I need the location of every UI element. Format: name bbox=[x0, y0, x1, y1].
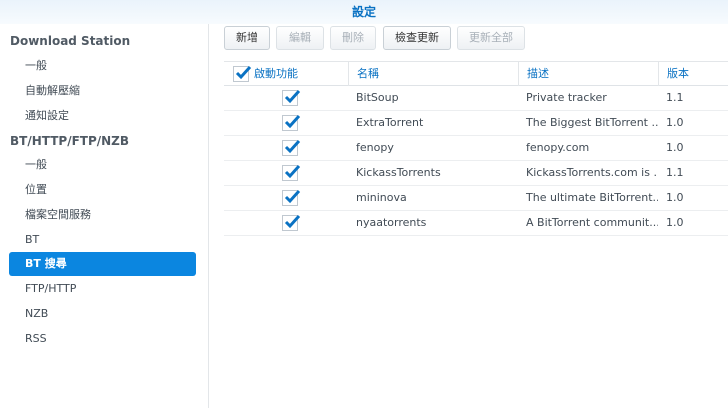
enabled-cell bbox=[224, 86, 348, 110]
enabled-cell bbox=[224, 136, 348, 160]
enabled-checkbox[interactable] bbox=[282, 214, 301, 231]
name-cell: KickassTorrents bbox=[356, 166, 441, 179]
version-cell: 1.1 bbox=[666, 166, 684, 179]
table-row[interactable]: ExtraTorrent The Biggest BitTorrent ... … bbox=[224, 111, 728, 136]
sidebar: Download Station 一般 自動解壓縮 通知設定 BT/HTTP/F… bbox=[0, 24, 209, 408]
header-enabled-label: 啟動功能 bbox=[254, 67, 298, 80]
description-cell: Private tracker bbox=[526, 91, 607, 104]
edit-button[interactable]: 編輯 bbox=[276, 26, 324, 50]
sidebar-item-bt-search[interactable]: BT 搜尋 bbox=[9, 252, 196, 276]
check-update-button[interactable]: 檢查更新 bbox=[383, 26, 451, 50]
add-button[interactable]: 新增 bbox=[224, 26, 270, 50]
sidebar-item-location[interactable]: 位置 bbox=[9, 178, 196, 202]
header-version[interactable]: 版本 bbox=[658, 62, 728, 86]
delete-button[interactable]: 刪除 bbox=[330, 26, 376, 50]
description-cell: A BitTorrent communit... bbox=[526, 216, 658, 229]
header-name[interactable]: 名稱 bbox=[348, 62, 518, 86]
enabled-checkbox[interactable] bbox=[282, 89, 301, 106]
sidebar-item-nzb[interactable]: NZB bbox=[9, 302, 196, 326]
table-row[interactable]: nyaatorrents A BitTorrent communit... 1.… bbox=[224, 211, 728, 236]
sidebar-item-auto-extract[interactable]: 自動解壓縮 bbox=[9, 79, 196, 103]
sidebar-heading-bt-http: BT/HTTP/FTP/NZB bbox=[10, 134, 130, 148]
search-engine-table: 啟動功能 名稱 描述 版本 BitSoup Private tracker 1.… bbox=[224, 61, 728, 236]
name-cell: ExtraTorrent bbox=[356, 116, 424, 129]
table-row[interactable]: KickassTorrents KickassTorrents.com is .… bbox=[224, 161, 728, 186]
header-enabled[interactable]: 啟動功能 bbox=[224, 62, 348, 86]
enabled-cell bbox=[224, 186, 348, 210]
name-cell: BitSoup bbox=[356, 91, 399, 104]
enabled-checkbox[interactable] bbox=[282, 114, 301, 131]
version-cell: 1.0 bbox=[666, 116, 684, 129]
sidebar-item-rss[interactable]: RSS bbox=[9, 327, 196, 351]
checkmark-icon bbox=[284, 214, 301, 229]
version-cell: 1.0 bbox=[666, 141, 684, 154]
checkmark-icon bbox=[284, 139, 301, 154]
sidebar-item-notification[interactable]: 通知設定 bbox=[9, 104, 196, 128]
sidebar-item-ftp-http[interactable]: FTP/HTTP bbox=[9, 277, 196, 301]
select-all-checkbox[interactable] bbox=[233, 65, 252, 82]
enabled-checkbox[interactable] bbox=[282, 189, 301, 206]
enabled-checkbox[interactable] bbox=[282, 139, 301, 156]
table-row[interactable]: BitSoup Private tracker 1.1 bbox=[224, 86, 728, 111]
name-cell: mininova bbox=[356, 191, 407, 204]
version-cell: 1.0 bbox=[666, 216, 684, 229]
enabled-cell bbox=[224, 161, 348, 185]
name-cell: nyaatorrents bbox=[356, 216, 427, 229]
enabled-cell bbox=[224, 111, 348, 135]
table-header: 啟動功能 名稱 描述 版本 bbox=[224, 61, 728, 86]
table-row[interactable]: mininova The ultimate BitTorrent... 1.0 bbox=[224, 186, 728, 211]
header-description[interactable]: 描述 bbox=[518, 62, 658, 86]
checkmark-icon bbox=[284, 164, 301, 179]
enabled-cell bbox=[224, 211, 348, 235]
sidebar-item-general[interactable]: 一般 bbox=[9, 54, 196, 78]
checkmark-icon bbox=[284, 89, 301, 104]
table-row[interactable]: fenopy fenopy.com 1.0 bbox=[224, 136, 728, 161]
description-cell: fenopy.com bbox=[526, 141, 590, 154]
sidebar-item-bt[interactable]: BT bbox=[9, 228, 196, 252]
window-title: 設定 bbox=[0, 0, 728, 24]
description-cell: The ultimate BitTorrent... bbox=[526, 191, 658, 204]
checkmark-icon bbox=[284, 189, 301, 204]
name-cell: fenopy bbox=[356, 141, 394, 154]
checkmark-icon bbox=[235, 65, 252, 80]
sidebar-heading-download-station: Download Station bbox=[10, 34, 131, 48]
checkmark-icon bbox=[284, 114, 301, 129]
version-cell: 1.0 bbox=[666, 191, 684, 204]
description-cell: KickassTorrents.com is ... bbox=[526, 166, 658, 179]
version-cell: 1.1 bbox=[666, 91, 684, 104]
sidebar-item-bt-general[interactable]: 一般 bbox=[9, 153, 196, 177]
enabled-checkbox[interactable] bbox=[282, 164, 301, 181]
sidebar-item-file-service[interactable]: 檔案空間服務 bbox=[9, 203, 196, 227]
update-all-button[interactable]: 更新全部 bbox=[457, 26, 525, 50]
description-cell: The Biggest BitTorrent ... bbox=[526, 116, 658, 129]
